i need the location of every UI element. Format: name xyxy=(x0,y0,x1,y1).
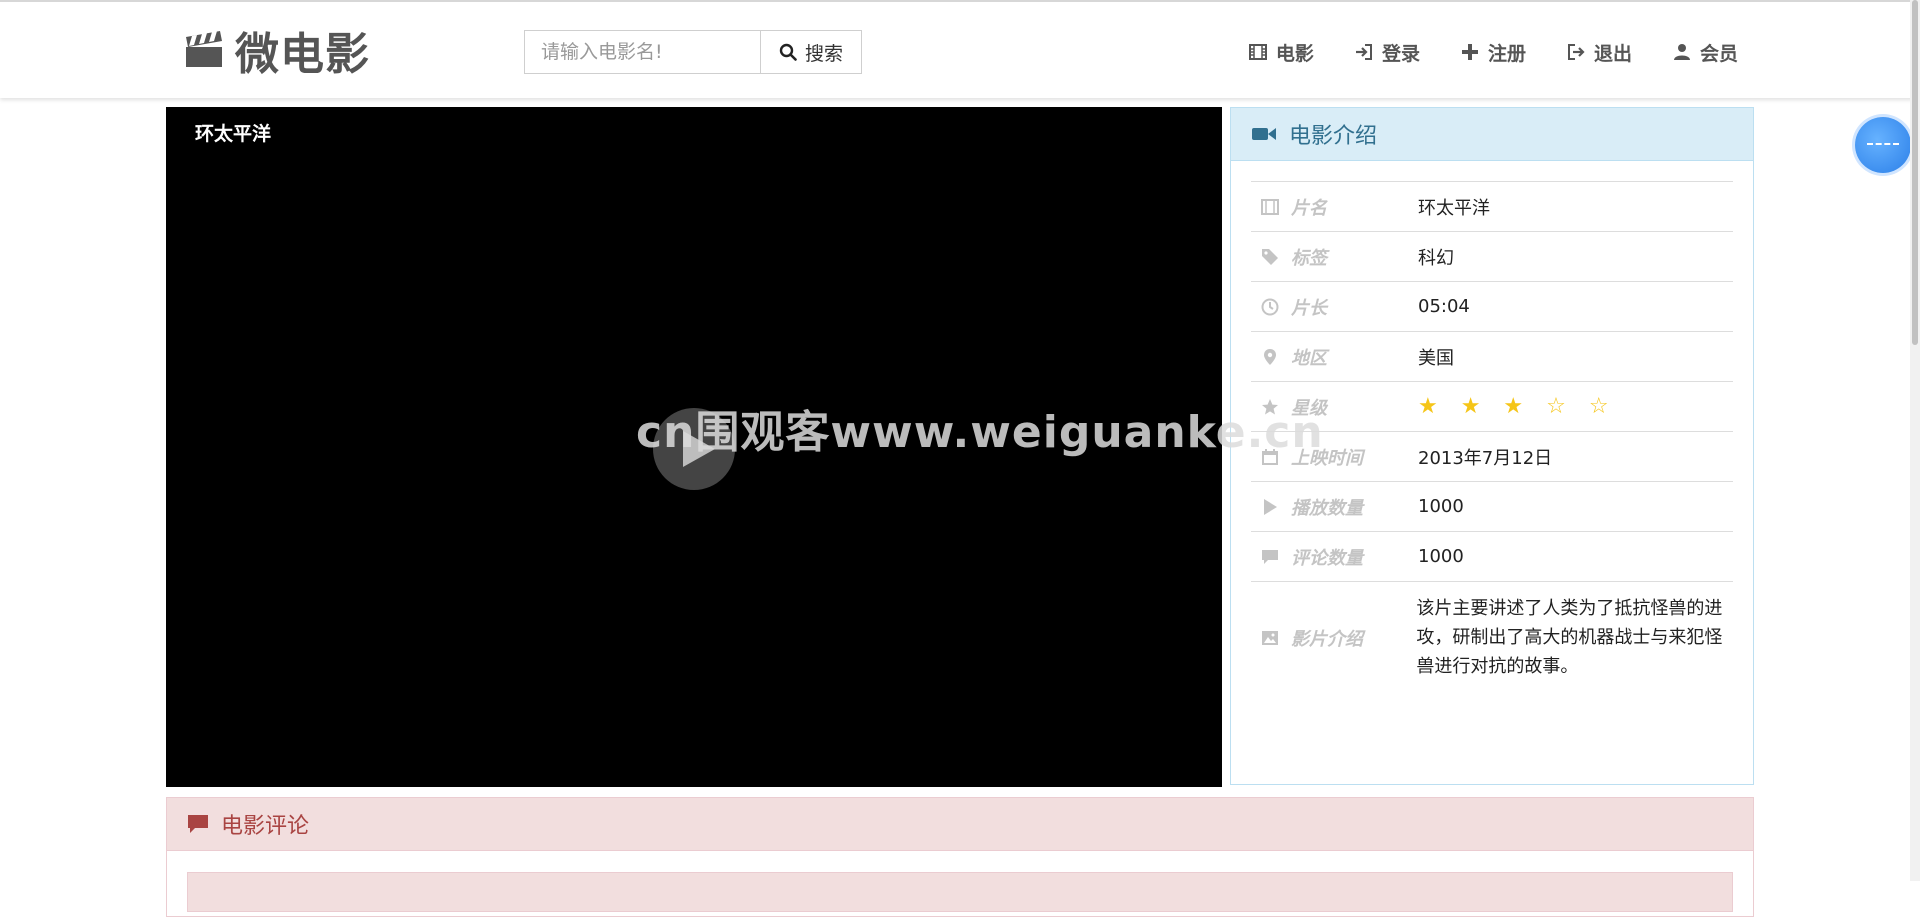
clapperboard-icon xyxy=(186,31,222,67)
nav-login[interactable]: 登录 xyxy=(1354,39,1420,66)
film-icon xyxy=(1248,44,1267,60)
search-form: 搜索 xyxy=(524,30,862,74)
info-label-tag: 标签 xyxy=(1251,244,1418,270)
movie-info-header: 电影介绍 xyxy=(1231,108,1753,161)
info-value-intro: 该片主要讲述了人类为了抵抗怪兽的进攻，研制出了高大的机器战士与来犯怪兽进行对抗的… xyxy=(1416,598,1723,677)
info-value-comments: 1000 xyxy=(1418,546,1464,567)
movie-info-title: 电影介绍 xyxy=(1289,124,1378,149)
info-row-name: 片名 环太平洋 xyxy=(1251,181,1733,231)
brand-logo[interactable]: 微电影 xyxy=(183,24,370,80)
info-label-intro: 影片介绍 xyxy=(1251,625,1416,651)
search-icon xyxy=(779,43,797,61)
nav-register-label: 注册 xyxy=(1487,42,1526,65)
picture-icon xyxy=(1262,630,1278,645)
info-value-release: 2013年7月12日 xyxy=(1418,447,1553,469)
video-title: 环太平洋 xyxy=(195,123,272,145)
comment-icon xyxy=(188,815,208,833)
info-label-length: 片长 xyxy=(1251,294,1418,320)
info-label-area: 地区 xyxy=(1251,344,1418,370)
info-value-plays: 1000 xyxy=(1418,496,1464,517)
info-row-plays: 播放数量 1000 xyxy=(1251,481,1733,531)
info-row-length: 片长 05:04 xyxy=(1251,281,1733,331)
info-row-tag: 标签 科幻 xyxy=(1251,231,1733,281)
info-label-plays: 播放数量 xyxy=(1251,494,1418,520)
scrollbar-thumb[interactable] xyxy=(1912,0,1918,345)
video-camera-icon xyxy=(1252,128,1276,140)
nav-member-label: 会员 xyxy=(1699,42,1738,65)
logout-icon xyxy=(1567,44,1585,60)
plus-icon xyxy=(1461,44,1478,60)
nav-movies-label: 电影 xyxy=(1275,42,1314,65)
info-value-area: 美国 xyxy=(1418,347,1454,369)
film-icon xyxy=(1261,198,1279,215)
login-icon xyxy=(1355,44,1372,60)
brand-name: 微电影 xyxy=(235,29,370,80)
nav-logout[interactable]: 退出 xyxy=(1566,39,1632,66)
comments-title: 电影评论 xyxy=(221,814,310,839)
comments-header: 电影评论 xyxy=(167,798,1753,851)
nav-login-label: 登录 xyxy=(1381,42,1420,65)
nav-logout-label: 退出 xyxy=(1593,42,1632,65)
nav-register[interactable]: 注册 xyxy=(1460,39,1526,66)
nav-member[interactable]: 会员 xyxy=(1672,39,1738,66)
star-rating: ★ ★ ★ ☆ ☆ xyxy=(1418,394,1617,419)
play-icon xyxy=(1264,498,1277,515)
page-scrollbar[interactable] xyxy=(1910,0,1920,881)
main-nav: 电影 登录 注册 退出 会员 xyxy=(1248,32,1738,72)
info-row-comments: 评论数量 1000 xyxy=(1251,531,1733,581)
comment-icon xyxy=(1262,549,1278,564)
comments-panel: 电影评论 xyxy=(166,797,1754,917)
nav-movies[interactable]: 电影 xyxy=(1248,39,1314,66)
search-button[interactable]: 搜索 xyxy=(760,30,862,74)
watermark-text: cn围观客www.weiguanke.cn xyxy=(636,407,1324,458)
info-value-name: 环太平洋 xyxy=(1418,197,1490,219)
info-row-intro: 影片介绍 该片主要讲述了人类为了抵抗怪兽的进攻，研制出了高大的机器战士与来犯怪兽… xyxy=(1251,581,1733,693)
info-label-comments: 评论数量 xyxy=(1251,544,1418,570)
comment-alert-box xyxy=(187,872,1733,912)
tag-icon xyxy=(1262,248,1278,265)
user-icon xyxy=(1673,44,1690,60)
map-marker-icon xyxy=(1264,348,1276,365)
info-row-area: 地区 美国 xyxy=(1251,331,1733,381)
info-value-length: 05:04 xyxy=(1418,296,1470,317)
info-label-name: 片名 xyxy=(1251,194,1418,220)
search-button-label: 搜索 xyxy=(804,42,843,65)
top-navbar: 微电影 搜索 电影 xyxy=(0,0,1920,98)
search-input[interactable] xyxy=(524,30,760,74)
clock-icon xyxy=(1261,298,1279,315)
floating-assistant-button[interactable] xyxy=(1855,117,1911,173)
info-value-tag: 科幻 xyxy=(1418,247,1454,269)
